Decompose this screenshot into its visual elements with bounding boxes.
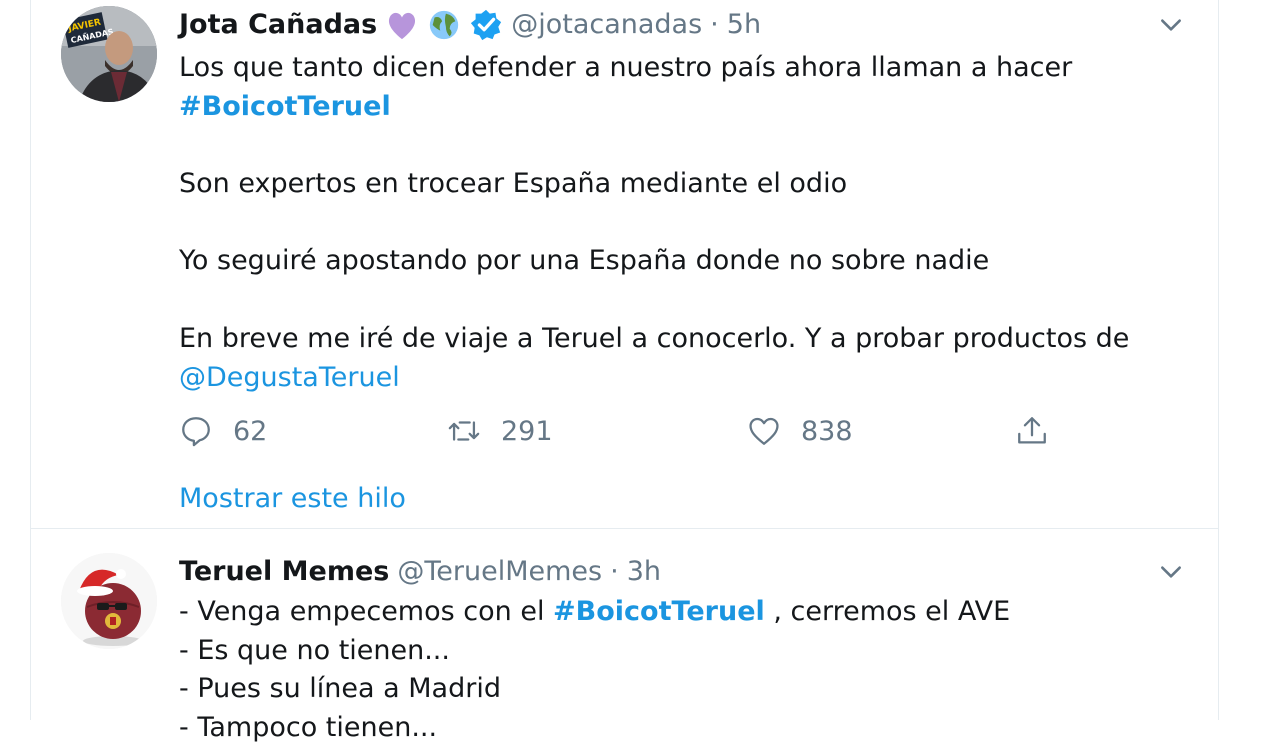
author-handle[interactable]: @jotacanadas (511, 8, 702, 42)
tweet-actions: 62 291 838 (179, 414, 1059, 454)
avatar-photo: JAVIER CAÑADAS (61, 6, 157, 102)
avatar[interactable]: JAVIER CAÑADAS (61, 6, 157, 102)
author-name[interactable]: Teruel Memes (179, 555, 389, 589)
avatar[interactable] (61, 553, 157, 649)
heart-icon (749, 417, 779, 445)
tweet[interactable]: JAVIER CAÑADAS Jota Cañadas @jotacanadas… (31, 0, 1218, 529)
avatar-countryball (61, 553, 157, 649)
tweet-timestamp[interactable]: 5h (727, 8, 761, 42)
hashtag-link[interactable]: #BoicotTeruel (179, 91, 391, 122)
retweet-icon (448, 421, 480, 441)
like-button[interactable]: 838 (747, 414, 853, 448)
separator-dot: · (710, 9, 719, 40)
show-thread-link[interactable]: Mostrar este hilo (179, 483, 406, 514)
reply-count: 62 (233, 415, 268, 447)
timeline: JAVIER CAÑADAS Jota Cañadas @jotacanadas… (30, 0, 1219, 743)
purple-heart-icon (389, 12, 416, 40)
tweet-line: Son expertos en trocear España mediante … (179, 168, 848, 200)
retweet-button[interactable]: 291 (447, 414, 553, 448)
chevron-down-icon[interactable] (1158, 559, 1184, 585)
tweet-line: En breve me iré de viaje a Teruel a cono… (179, 322, 1130, 354)
tweet-header: Jota Cañadas @jotacanadas · 5h (179, 8, 761, 42)
share-icon (1018, 417, 1046, 444)
tweet-line: Yo seguiré apostando por una España dond… (179, 245, 990, 277)
retweet-count: 291 (501, 415, 553, 447)
verified-badge-icon (471, 9, 502, 41)
separator-dot: · (610, 556, 619, 587)
share-button[interactable] (1015, 414, 1049, 448)
author-handle[interactable]: @TeruelMemes (397, 555, 602, 589)
earth-globe-icon (430, 10, 459, 40)
hashtag-link[interactable]: #BoicotTeruel (553, 596, 765, 627)
chevron-down-icon[interactable] (1158, 12, 1184, 38)
tweet-line: - Venga empecemos con el #BoicotTeruel ,… (179, 596, 1011, 627)
tweet-header: Teruel Memes @TeruelMemes · 3h (179, 555, 661, 589)
author-name[interactable]: Jota Cañadas (179, 8, 377, 42)
tweet-line: - Es que no tienen... (179, 634, 450, 666)
tweet-text: Los que tanto dicen defender a nuestro p… (179, 49, 1129, 397)
tweet-text: - Venga empecemos con el #BoicotTeruel ,… (179, 593, 1010, 748)
like-count: 838 (801, 415, 853, 447)
tweet-line: Los que tanto dicen defender a nuestro p… (179, 52, 1073, 83)
tweet-line: - Pues su línea a Madrid (179, 673, 501, 705)
tweet[interactable]: Teruel Memes @TeruelMemes · 3h - Venga e… (31, 529, 1218, 743)
tweet-line: - Tampoco tienen... (179, 712, 438, 744)
tweet-timestamp[interactable]: 3h (627, 555, 661, 589)
mention-link[interactable]: @DegustaTeruel (179, 362, 400, 393)
reply-button[interactable]: 62 (179, 414, 267, 448)
reply-icon (182, 417, 210, 447)
